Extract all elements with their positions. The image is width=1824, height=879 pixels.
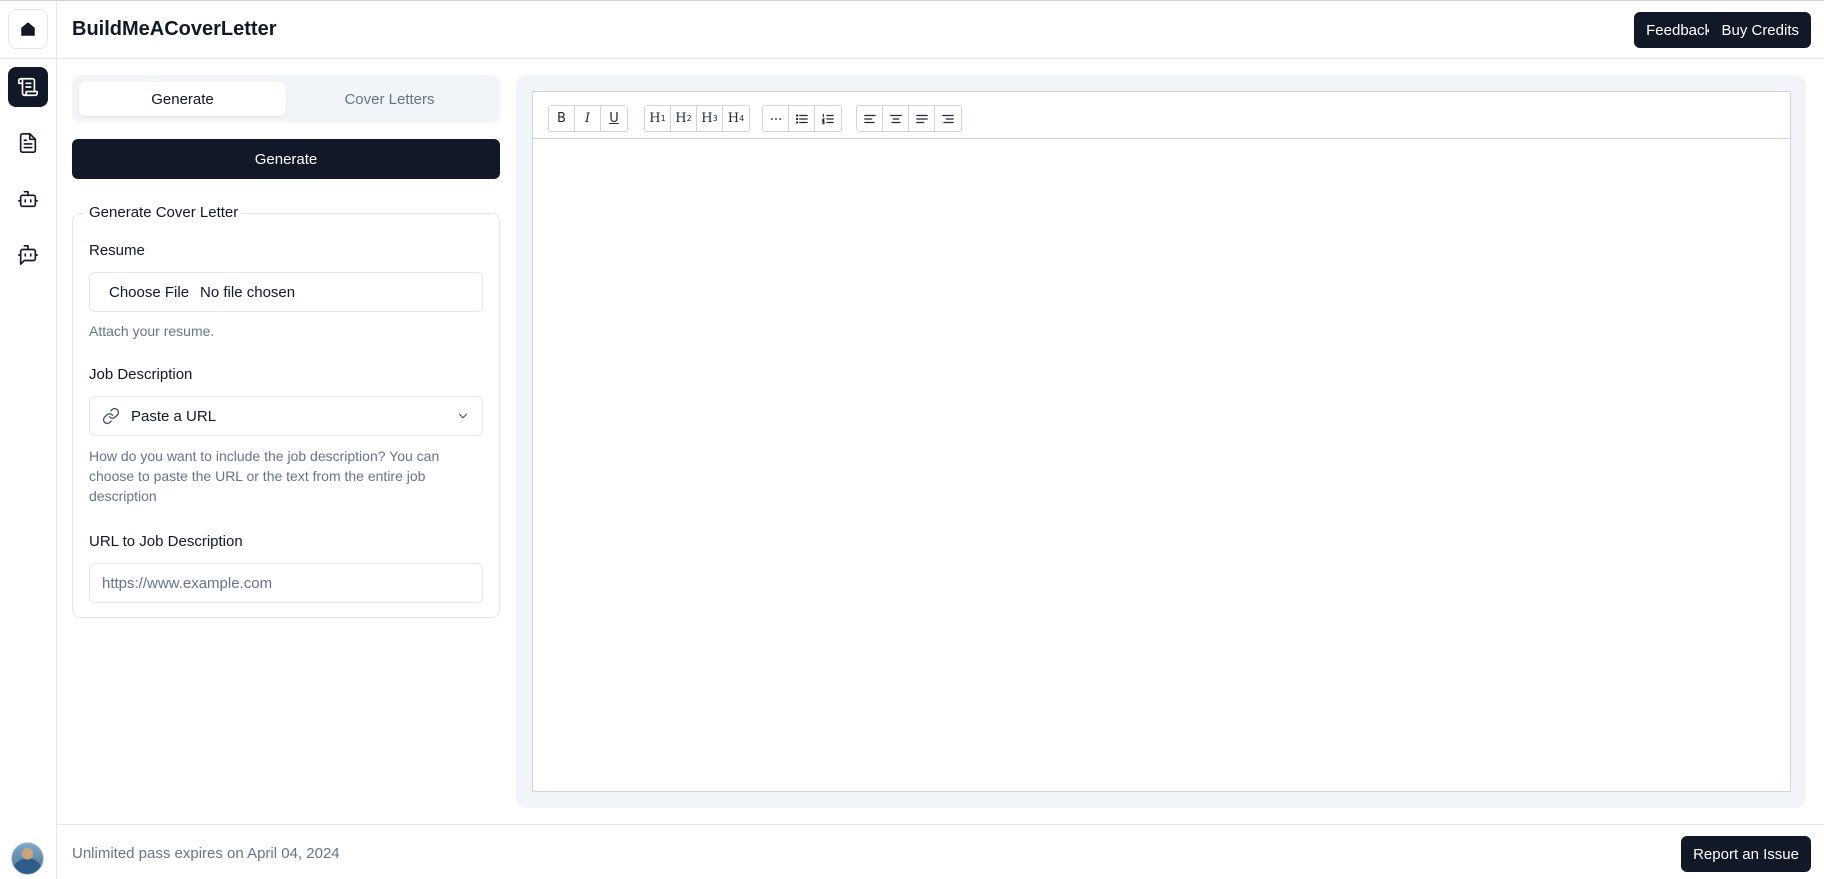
heading-3-button[interactable]: H3 xyxy=(697,106,723,131)
generate-button[interactable]: Generate xyxy=(72,139,500,179)
align-left-button[interactable] xyxy=(857,106,883,131)
heading-1-letter: H xyxy=(649,111,661,126)
sidebar-item-bot[interactable] xyxy=(8,179,48,219)
chevron-down-icon xyxy=(458,413,468,419)
choose-file-button[interactable]: Choose File xyxy=(109,284,189,301)
scroll-icon xyxy=(18,77,38,97)
sidebar-item-home[interactable] xyxy=(8,9,48,49)
bot-message-icon xyxy=(18,245,38,265)
footer: Unlimited pass expires on April 04, 2024… xyxy=(57,824,1824,879)
heading-2-button[interactable]: H2 xyxy=(671,106,697,131)
heading-4-letter: H xyxy=(727,111,740,126)
editor-panel: B I U H1 H2 H3 H4 xyxy=(516,75,1806,808)
job-description-label: Job Description xyxy=(89,366,193,383)
sidebar-item-documents[interactable] xyxy=(8,123,48,163)
heading-1-button[interactable]: H1 xyxy=(645,106,671,131)
form-legend: Generate Cover Letter xyxy=(85,204,243,221)
job-description-selected: Paste a URL xyxy=(131,407,217,425)
report-issue-button[interactable]: Report an Issue xyxy=(1681,836,1811,872)
tab-cover-letters[interactable]: Cover Letters xyxy=(286,82,493,116)
heading-1-level: 1 xyxy=(660,114,666,123)
align-center-button[interactable] xyxy=(883,106,909,131)
align-justify-icon xyxy=(915,114,928,123)
format-group: B I U xyxy=(548,105,628,132)
align-center-icon xyxy=(889,114,902,123)
heading-4-level: 4 xyxy=(739,114,745,123)
sidebar-item-cover-letters[interactable] xyxy=(8,67,48,107)
align-justify-button[interactable] xyxy=(909,106,935,131)
align-right-button[interactable] xyxy=(935,106,961,131)
align-group xyxy=(856,105,962,132)
resume-help-text: Attach your resume. xyxy=(89,323,215,339)
job-url-input[interactable] xyxy=(89,563,483,603)
bullet-list-button[interactable] xyxy=(789,106,815,131)
ordered-list-button[interactable] xyxy=(815,106,841,131)
sidebar-item-bot-chat[interactable] xyxy=(8,235,48,275)
job-description-help-text: How do you want to include the job descr… xyxy=(89,448,440,504)
buy-credits-button[interactable]: Buy Credits xyxy=(1709,12,1811,48)
link-icon xyxy=(102,407,120,425)
resume-file-input[interactable]: Choose File No file chosen xyxy=(89,272,483,312)
rich-text-editor: B I U H1 H2 H3 H4 xyxy=(532,91,1791,792)
heading-group: H1 H2 H3 H4 xyxy=(644,105,750,132)
tab-list: Generate Cover Letters xyxy=(72,75,500,123)
list-group xyxy=(762,105,842,132)
sidebar-divider xyxy=(0,58,57,59)
document-icon xyxy=(19,133,37,153)
home-icon xyxy=(21,22,35,36)
more-button[interactable] xyxy=(763,106,789,131)
avatar[interactable] xyxy=(11,842,44,875)
heading-2-letter: H xyxy=(675,111,687,126)
url-label: URL to Job Description xyxy=(89,533,243,550)
tab-generate[interactable]: Generate xyxy=(79,82,286,116)
generate-form: Generate Cover Letter Resume Choose File… xyxy=(72,204,500,618)
app-root: BuildMeACoverLetter Feedback Buy Credits… xyxy=(0,0,1824,879)
align-left-icon xyxy=(863,114,876,123)
align-right-icon xyxy=(942,114,954,123)
ordered-list-icon xyxy=(821,113,834,124)
bold-button[interactable]: B xyxy=(549,106,575,131)
italic-button[interactable]: I xyxy=(575,106,601,131)
pass-expiry-text: Unlimited pass expires on April 04, 2024 xyxy=(72,845,340,862)
editor-content[interactable] xyxy=(533,139,1790,791)
underline-button[interactable]: U xyxy=(601,106,627,131)
heading-3-level: 3 xyxy=(712,114,718,123)
file-status: No file chosen xyxy=(200,283,296,301)
bot-icon xyxy=(18,190,38,208)
heading-4-button[interactable]: H4 xyxy=(723,106,749,131)
resume-label: Resume xyxy=(89,242,145,259)
editor-toolbar: B I U H1 H2 H3 H4 xyxy=(533,92,1790,139)
top-header: BuildMeACoverLetter Feedback Buy Credits xyxy=(57,1,1824,59)
more-horizontal-icon xyxy=(770,117,781,120)
bullet-list-icon xyxy=(795,113,808,124)
app-title: BuildMeACoverLetter xyxy=(72,18,277,40)
sidebar-rail xyxy=(0,1,57,879)
heading-2-level: 2 xyxy=(686,114,692,123)
job-description-select[interactable]: Paste a URL xyxy=(89,396,483,436)
heading-3-letter: H xyxy=(701,111,713,126)
